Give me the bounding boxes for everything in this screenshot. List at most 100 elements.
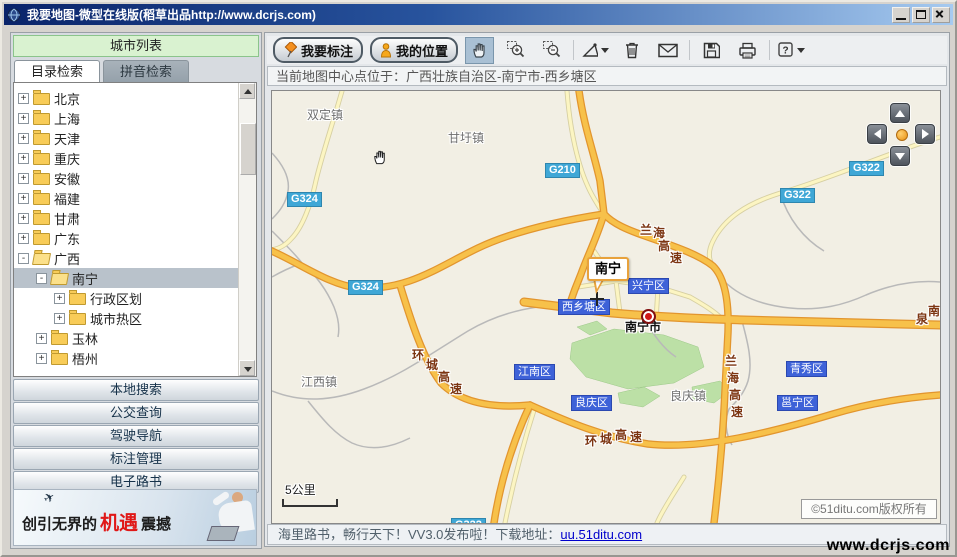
scroll-down-button[interactable]: [239, 360, 255, 376]
highway-label-char: 速: [731, 403, 743, 420]
tree-item[interactable]: + 安徽: [14, 168, 242, 188]
tree-toggle[interactable]: +: [18, 173, 29, 184]
tree-item[interactable]: + 北京: [14, 88, 242, 108]
tree-item-label: 城市热区: [90, 309, 142, 328]
measure-tool-button[interactable]: [581, 37, 610, 64]
tree-scrollbar[interactable]: [238, 83, 256, 376]
laptop-icon: [207, 526, 240, 541]
pan-left-button[interactable]: [867, 124, 887, 144]
delete-tool-button[interactable]: [617, 37, 646, 64]
folder-icon: [33, 173, 50, 185]
highway-label-char: 速: [450, 380, 462, 397]
tree-toggle[interactable]: +: [36, 333, 47, 344]
pan-center-dot[interactable]: [896, 129, 908, 141]
download-link[interactable]: uu.51ditu.com: [560, 527, 642, 542]
toolbar-separator: [689, 40, 690, 60]
tree-toggle[interactable]: +: [18, 213, 29, 224]
pan-right-button[interactable]: [915, 124, 935, 144]
tree-item[interactable]: + 梧州: [14, 348, 257, 368]
hand-tool-button[interactable]: [465, 37, 494, 64]
highway-label-char: 高: [658, 237, 670, 254]
district-badge: 良庆区: [571, 395, 612, 411]
help-tool-button[interactable]: ?: [777, 37, 806, 64]
zoom-in-tool-button[interactable]: [501, 37, 530, 64]
highway-label-char: 环: [585, 432, 597, 449]
tree-toggle[interactable]: +: [36, 353, 47, 364]
pan-down-button[interactable]: [890, 146, 910, 166]
tree-item[interactable]: + 广东: [14, 228, 242, 248]
my-location-button[interactable]: 我的位置: [370, 37, 458, 63]
brand-url: www.dcrjs.com: [827, 537, 950, 555]
tree-toggle[interactable]: +: [18, 133, 29, 144]
dropdown-arrow-icon: [797, 48, 805, 53]
tree-item[interactable]: + 行政区划: [14, 288, 257, 308]
tree-item[interactable]: + 上海: [14, 108, 242, 128]
zoom-out-icon: [542, 40, 562, 60]
zoom-out-tool-button[interactable]: [537, 37, 566, 64]
toolbar-separator: [769, 40, 770, 60]
sidebar-button[interactable]: 驾驶导航: [13, 425, 259, 447]
save-tool-button[interactable]: [697, 37, 726, 64]
tree-item-label: 上海: [54, 109, 80, 128]
annotate-button[interactable]: 我要标注: [273, 37, 363, 63]
city-list-header: 城市列表: [13, 35, 259, 57]
toolbar: 我要标注 我的位置: [267, 36, 947, 64]
app-icon[interactable]: [7, 8, 22, 22]
dropdown-arrow-icon: [601, 48, 609, 53]
tree-item[interactable]: - 广西: [14, 248, 242, 268]
tree-toggle[interactable]: -: [18, 253, 29, 264]
tree-item[interactable]: + 甘肃: [14, 208, 242, 228]
tree-toggle[interactable]: +: [18, 153, 29, 164]
tree-item-label: 安徽: [54, 169, 80, 188]
sidebar-button[interactable]: 本地搜索: [13, 379, 259, 401]
search-tab[interactable]: 拼音检索: [103, 60, 189, 83]
tree-item-label: 玉林: [72, 329, 98, 348]
tree-item[interactable]: + 天津: [14, 128, 242, 148]
tree-item[interactable]: + 福建: [14, 188, 242, 208]
tree-toggle[interactable]: -: [36, 273, 47, 284]
save-icon: [703, 42, 720, 59]
highway-label-char: 高: [729, 386, 741, 403]
road-number-badge: G322: [849, 161, 884, 176]
city-tree[interactable]: + 北京 + 上海 + 天津: [13, 82, 257, 377]
scale-label: 5公里: [285, 481, 316, 498]
road-number-badge: G210: [545, 163, 580, 178]
folder-icon: [33, 93, 50, 105]
sidebar-button[interactable]: 标注管理: [13, 448, 259, 470]
highway-label-char: 速: [670, 249, 682, 266]
mail-tool-button[interactable]: [653, 37, 682, 64]
tree-toggle[interactable]: +: [18, 93, 29, 104]
map-copyright: ©51ditu.com版权所有: [801, 499, 937, 519]
scrollbar-thumb[interactable]: [240, 123, 256, 175]
map-panel: 我要标注 我的位置: [264, 32, 950, 547]
district-badge: 邕宁区: [777, 395, 818, 411]
pan-up-button[interactable]: [890, 103, 910, 123]
highway-label-char: 城: [426, 356, 438, 373]
ad-banner[interactable]: ✈ 创引无界的机遇震撼: [13, 489, 257, 546]
tree-toggle[interactable]: +: [18, 233, 29, 244]
map-viewport[interactable]: 双定镇甘圩镇江西镇良庆镇 兰海高速环城高速环城高速兰海高速泉南 G324G324…: [271, 90, 941, 524]
tree-toggle[interactable]: +: [54, 313, 65, 324]
scale-bar: [282, 499, 338, 507]
tree-item-label: 梧州: [72, 349, 98, 368]
tree-toggle[interactable]: +: [18, 113, 29, 124]
tree-item[interactable]: + 玉林: [14, 328, 257, 348]
print-tool-button[interactable]: [733, 37, 762, 64]
pushpin-icon: [283, 42, 297, 58]
minimize-button[interactable]: [892, 7, 910, 23]
close-button[interactable]: [932, 7, 950, 23]
title-bar: 我要地图-微型在线版(稻草出品http://www.dcrjs.com): [4, 4, 953, 25]
trash-icon: [624, 41, 640, 59]
nanning-callout[interactable]: 南宁: [587, 257, 629, 281]
search-tab[interactable]: 目录检索: [14, 60, 100, 83]
tree-toggle[interactable]: +: [54, 293, 65, 304]
tree-item[interactable]: - 南宁: [14, 268, 257, 288]
scroll-up-button[interactable]: [239, 83, 255, 99]
folder-icon: [33, 153, 50, 165]
maximize-button[interactable]: [912, 7, 930, 23]
highway-label-char: 海: [727, 369, 739, 386]
sidebar-button[interactable]: 公交查询: [13, 402, 259, 424]
tree-item[interactable]: + 重庆: [14, 148, 242, 168]
tree-toggle[interactable]: +: [18, 193, 29, 204]
tree-item[interactable]: + 城市热区: [14, 308, 257, 328]
